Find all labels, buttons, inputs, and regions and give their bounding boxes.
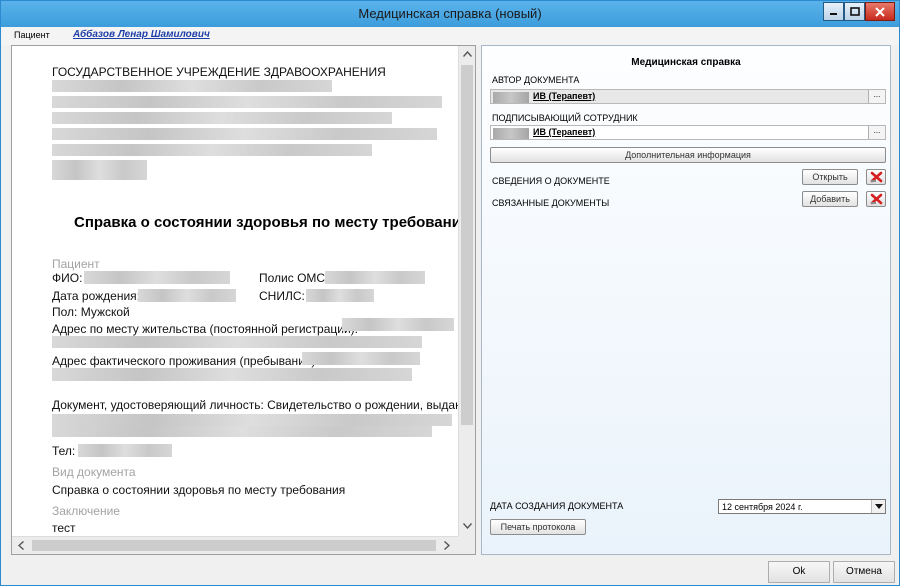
redacted-block	[78, 444, 172, 457]
signer-value: ИВ (Терапевт)	[533, 127, 596, 137]
dialog-window: Медицинская справка (новый) Пациент Абба…	[0, 0, 900, 586]
chevron-up-icon[interactable]	[463, 51, 472, 57]
minimize-button[interactable]	[823, 2, 844, 21]
redacted-block	[52, 144, 372, 156]
close-button[interactable]	[865, 2, 895, 21]
maximize-icon	[849, 7, 860, 16]
creation-date-label: ДАТА СОЗДАНИЯ ДОКУМЕНТА	[490, 501, 624, 511]
patient-section-label: Пациент	[52, 257, 100, 271]
redacted-block	[52, 160, 147, 180]
related-docs-label: СВЯЗАННЫЕ ДОКУМЕНТЫ	[492, 198, 610, 208]
patient-label: Пациент	[14, 30, 50, 40]
date-dropdown-button[interactable]	[871, 500, 885, 513]
redacted-block	[52, 426, 432, 437]
redacted-block	[52, 80, 332, 92]
author-value: ИВ (Терапевт)	[533, 91, 596, 101]
chevron-down-icon	[874, 504, 883, 509]
cancel-button[interactable]: Отмена	[833, 561, 895, 583]
extra-info-button[interactable]: Дополнительная информация	[490, 147, 886, 163]
redacted-block	[52, 368, 412, 381]
redacted-block	[493, 92, 529, 103]
identity-document-text: Документ, удостоверяющий личность: Свиде…	[52, 398, 458, 412]
vertical-scroll-thumb[interactable]	[461, 65, 473, 425]
redacted-block	[342, 318, 454, 331]
print-protocol-button[interactable]: Печать протокола	[490, 519, 586, 535]
patient-bar: Пациент Аббазов Ленар Шамилович	[1, 27, 899, 45]
horizontal-scrollbar[interactable]	[12, 536, 458, 554]
chevron-left-icon[interactable]	[18, 541, 24, 550]
close-icon	[875, 6, 885, 17]
redacted-block	[493, 128, 529, 139]
document-heading: Справка о состоянии здоровья по месту тр…	[74, 214, 458, 231]
author-browse-button[interactable]: ...	[868, 90, 885, 103]
doc-type-section-label: Вид документа	[52, 465, 136, 479]
address-actual-label: Адрес фактического проживания (пребывани…	[52, 354, 319, 368]
author-label: АВТОР ДОКУМЕНТА	[492, 75, 580, 85]
creation-date-value: 12 сентября 2024 г.	[722, 502, 803, 512]
redacted-block	[138, 289, 236, 302]
redacted-block	[306, 289, 374, 302]
redacted-block	[52, 96, 442, 108]
snils-label: СНИЛС:	[259, 289, 305, 303]
doc-info-label: СВЕДЕНИЯ О ДОКУМЕНТЕ	[492, 176, 610, 186]
signer-label: ПОДПИСЫВАЮЩИЙ СОТРУДНИК	[492, 113, 638, 123]
conclusion-section-label: Заключение	[52, 504, 120, 518]
document-properties-panel: Медицинская справка АВТОР ДОКУМЕНТА ИВ (…	[481, 45, 891, 555]
horizontal-scroll-thumb[interactable]	[32, 540, 436, 551]
dob-label: Дата рождения:	[52, 289, 140, 303]
redacted-block	[302, 352, 420, 365]
add-related-doc-button[interactable]: Добавить	[802, 191, 858, 207]
delete-icon	[870, 193, 882, 205]
phone-label: Тел:	[52, 444, 76, 458]
panel-title: Медицинская справка	[631, 57, 741, 68]
document-preview: ГОСУДАРСТВЕННОЕ УЧРЕЖДЕНИЕ ЗДРАВООХРАНЕН…	[12, 46, 458, 536]
vertical-scrollbar[interactable]	[458, 46, 475, 536]
minimize-icon	[830, 12, 837, 15]
chevron-down-icon[interactable]	[463, 523, 472, 529]
institution-name: ГОСУДАРСТВЕННОЕ УЧРЕЖДЕНИЕ ЗДРАВООХРАНЕН…	[52, 65, 386, 79]
oms-label: Полис ОМС:	[259, 271, 329, 285]
gender-text: Пол: Мужской	[52, 305, 130, 319]
ok-button[interactable]: Ok	[768, 561, 830, 583]
delete-doc-info-button[interactable]	[866, 169, 886, 185]
creation-date-picker[interactable]: 12 сентября 2024 г.	[718, 499, 886, 514]
patient-name-link[interactable]: Аббазов Ленар Шамилович	[73, 29, 210, 40]
fio-label: ФИО:	[52, 271, 83, 285]
address-reg-label: Адрес по месту жительства (постоянной ре…	[52, 322, 358, 336]
scroll-corner	[458, 536, 475, 554]
chevron-right-icon[interactable]	[444, 541, 450, 550]
signer-browse-button[interactable]: ...	[868, 126, 885, 139]
delete-related-doc-button[interactable]	[866, 191, 886, 207]
conclusion-value: тест	[52, 521, 76, 535]
redacted-block	[52, 128, 437, 140]
signer-select[interactable]: ИВ (Терапевт) ...	[490, 125, 886, 140]
delete-icon	[870, 171, 882, 183]
document-preview-panel: ГОСУДАРСТВЕННОЕ УЧРЕЖДЕНИЕ ЗДРАВООХРАНЕН…	[11, 45, 476, 555]
doc-type-value: Справка о состоянии здоровья по месту тр…	[52, 483, 346, 497]
redacted-block	[52, 112, 392, 124]
dialog-footer: Ok Отмена	[1, 558, 899, 585]
redacted-block	[52, 336, 422, 348]
maximize-button[interactable]	[844, 2, 865, 21]
title-bar[interactable]: Медицинская справка (новый)	[1, 1, 899, 27]
open-button[interactable]: Открыть	[802, 169, 858, 185]
author-select[interactable]: ИВ (Терапевт) ...	[490, 89, 886, 104]
window-title: Медицинская справка (новый)	[358, 6, 542, 21]
redacted-block	[52, 414, 452, 426]
redacted-block	[84, 271, 230, 284]
redacted-block	[325, 271, 425, 284]
